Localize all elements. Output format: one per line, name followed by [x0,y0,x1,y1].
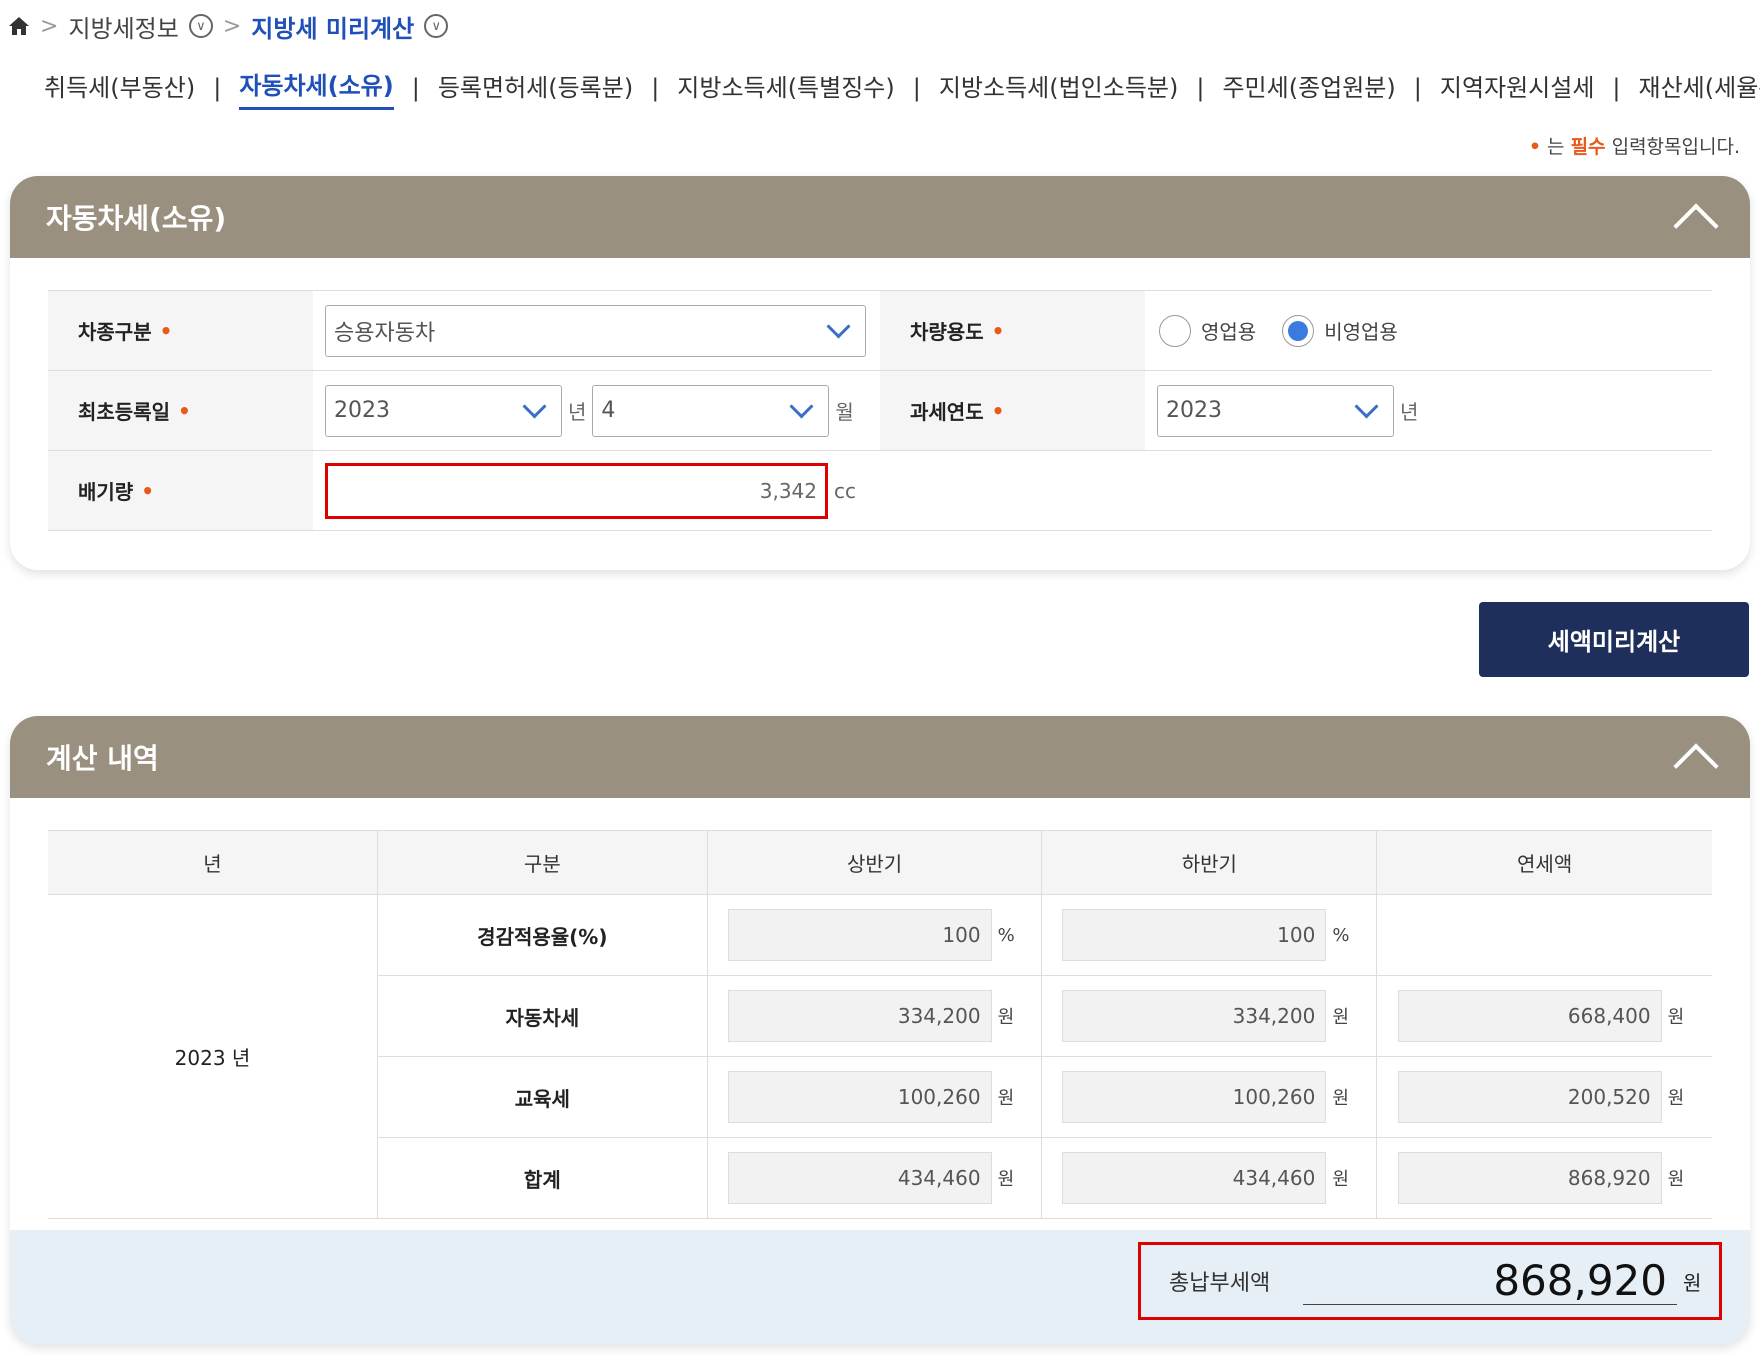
tab-local-income-withholding[interactable]: 지방소득세(특별징수) [677,68,894,109]
column-header: 연세액 [1376,830,1712,895]
breadcrumb-level1[interactable]: 지방세정보 [68,9,178,44]
chevron-down-icon [789,393,814,419]
chevron-right-icon: > [40,13,59,39]
tab-local-income-corporate[interactable]: 지방소득세(법인소득분) [939,68,1179,109]
divider: | [912,74,921,102]
required-note: • 는 필수 입력항목입니다. [1528,136,1740,158]
annual-value: 200,520 [1397,1071,1662,1123]
panel-title: 자동차세(소유) [46,202,227,235]
chevron-up-icon[interactable] [1673,203,1719,249]
column-header: 구분 [376,830,708,895]
row-label: 경감적용율(%) [376,894,708,976]
displacement-input[interactable]: 3,342 [325,462,828,519]
second-half-value: 100,260 [1062,1071,1327,1123]
tab-registration-tax[interactable]: 등록면허세(등록분) [438,68,633,109]
first-half-value: 334,200 [727,990,992,1042]
first-half-value: 434,460 [727,1152,992,1204]
field-label: 차종구분 • [48,291,313,370]
divider: | [1612,74,1621,102]
second-half-value: 334,200 [1062,990,1327,1042]
usage-radio-group: 영업용 비영업용 [1145,291,1712,370]
panel-header[interactable]: 계산 내역 [10,716,1750,798]
first-half-value: 100,260 [727,1071,992,1123]
first-half-value: 100 [727,909,992,961]
home-icon[interactable] [8,16,30,36]
chevron-down-icon[interactable]: ∨ [424,14,449,38]
total-label: 총납부세액 [1169,1271,1271,1296]
calculate-button[interactable]: 세액미리계산 [1479,602,1749,677]
tab-property-tax[interactable]: 재산세(세율특례) [1639,68,1760,109]
breadcrumb: > 지방세정보 ∨ > 지방세 미리계산 ∨ [8,8,449,44]
divider: | [411,74,420,102]
form-row: 최초등록일 • 2023 년 4 월 과세연도 • 2023 년 [48,371,1712,451]
divider: | [1413,74,1422,102]
panel-header[interactable]: 자동차세(소유) [10,176,1750,258]
calculation-result-panel: 계산 내역 년 구분 상반기 하반기 연세액 2023 년 경감적용율(%) 1… [10,716,1750,1344]
tax-tabs: 취득세(부동산) | 자동차세(소유) | 등록면허세(등록분) | 지방소득세(특별… [44,66,1760,110]
annual-value: 668,400 [1397,990,1662,1042]
input-form: 차종구분 • 승용자동차 차량용도 • 영업용 비영업용 최초등록일 • 2023 [48,290,1712,531]
vehicle-type-select[interactable]: 승용자동차 [325,304,866,357]
first-reg-month-select[interactable]: 4 [592,384,830,437]
divider: | [1196,74,1205,102]
column-header: 상반기 [706,830,1042,895]
field-label: 배기량 • [48,451,313,530]
table-header-row: 년 구분 상반기 하반기 연세액 [48,830,1712,895]
vehicle-tax-panel: 자동차세(소유) 차종구분 • 승용자동차 차량용도 • 영업용 비영업용 최초등록… [10,176,1750,570]
annual-value: 868,920 [1397,1152,1662,1204]
total-unit: 원 [1683,1270,1702,1295]
total-section: 총납부세액 868,920 원 [10,1230,1750,1344]
column-header: 하반기 [1041,830,1377,895]
field-label: 최초등록일 • [48,371,313,450]
year-cell: 2023 년 [48,894,378,1219]
row-label: 교육세 [376,1056,708,1138]
chevron-down-icon [1354,393,1379,419]
form-row: 차종구분 • 승용자동차 차량용도 • 영업용 비영업용 [48,291,1712,371]
chevron-down-icon [826,313,851,339]
result-table: 년 구분 상반기 하반기 연세액 2023 년 경감적용율(%) 100% 10… [48,830,1712,1219]
tab-vehicle-tax[interactable]: 자동차세(소유) [239,66,394,110]
divider: | [651,74,660,102]
divider: | [213,74,222,102]
row-label: 자동차세 [376,975,708,1057]
chevron-down-icon[interactable]: ∨ [188,14,213,38]
field-label: 차량용도 • [880,291,1145,370]
panel-title: 계산 내역 [46,742,159,775]
tab-resident-tax[interactable]: 주민세(종업원분) [1222,68,1395,109]
chevron-down-icon [522,393,547,419]
annual-empty-cell [1376,894,1712,976]
usage-radio-nonbusiness[interactable] [1282,314,1315,347]
total-tax-box: 총납부세액 868,920 원 [1138,1242,1722,1320]
usage-radio-business[interactable] [1159,314,1191,347]
chevron-right-icon: > [222,13,242,39]
form-row: 배기량 • 3,342 cc [48,451,1712,531]
breadcrumb-level2[interactable]: 지방세 미리계산 [251,9,414,44]
field-label: 과세연도 • [880,371,1145,450]
table-row: 2023 년 경감적용율(%) 100% 100% [48,894,1712,1219]
chevron-up-icon[interactable] [1673,743,1719,789]
tab-regional-resource-tax[interactable]: 지역자원시설세 [1440,68,1595,109]
second-half-value: 100 [1062,909,1327,961]
total-amount: 868,920 [1303,1256,1677,1305]
column-header: 년 [48,830,378,895]
tax-year-select[interactable]: 2023 [1157,384,1394,437]
first-reg-year-select[interactable]: 2023 [325,384,562,437]
row-label: 합계 [376,1137,708,1219]
second-half-value: 434,460 [1062,1152,1327,1204]
tab-acquisition-tax[interactable]: 취득세(부동산) [44,68,195,109]
